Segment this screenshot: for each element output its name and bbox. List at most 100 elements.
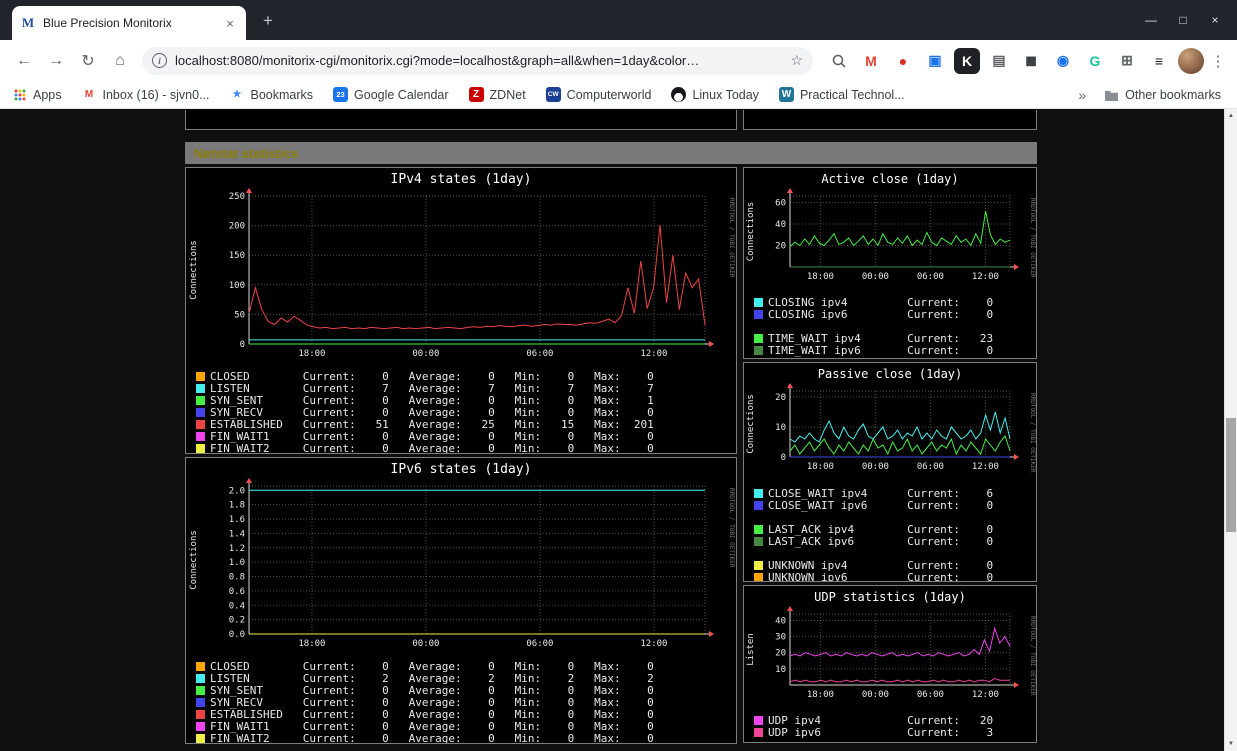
svg-text:18:00: 18:00 [298, 349, 325, 359]
bookmark-label: Inbox (16) - sjvn0... [102, 87, 210, 102]
penguin-icon [671, 87, 687, 102]
forward-button[interactable]: → [42, 47, 70, 75]
svg-text:0: 0 [781, 453, 786, 463]
previous-graph-box [743, 110, 1037, 130]
share-icon[interactable]: ● [890, 48, 916, 74]
legend-row: FIN_WAIT2 Current: 0 Average: 0 Min: 0 M… [196, 732, 736, 743]
home-button[interactable]: ⌂ [106, 47, 134, 75]
collections-icon[interactable]: ▤ [986, 48, 1012, 74]
svg-text:00:00: 00:00 [862, 272, 889, 282]
legend-swatch [196, 431, 205, 441]
tab-close-icon[interactable]: × [222, 15, 238, 31]
star-icon: ★ [232, 89, 242, 100]
svg-text:0.4: 0.4 [229, 601, 245, 611]
url-text[interactable]: localhost:8080/monitorix-cgi/monitorix.c… [175, 53, 782, 68]
svg-text:0: 0 [240, 340, 245, 350]
svg-text:1.2: 1.2 [229, 544, 245, 554]
bookmark-computerworld[interactable]: CW Computerworld [545, 87, 652, 102]
legend-swatch [196, 673, 205, 683]
legend-swatch [754, 345, 763, 355]
wordpress-icon: W [778, 87, 794, 102]
grammarly-icon[interactable]: G [1082, 48, 1108, 74]
bookmark-label: Linux Today [692, 87, 759, 102]
chart-plot[interactable]: 0 50 100 150 200 250 18:00 00:00 06:00 12:00 Conne… [186, 188, 736, 364]
legend-swatch [196, 661, 205, 671]
reload-button[interactable]: ↻ [74, 47, 102, 75]
tab-strip: M Blue Precision Monitorix × + — □ × [0, 0, 1237, 40]
new-tab-button[interactable]: + [254, 7, 282, 35]
playlist-icon[interactable]: ≡ [1146, 48, 1172, 74]
zdnet-icon: Z [468, 87, 484, 102]
chart-plot[interactable]: 10 20 30 40 18:00 00:00 06:00 12:00 Listen RRDTOO… [744, 606, 1036, 702]
profile-avatar[interactable] [1178, 47, 1204, 74]
close-window-button[interactable]: × [1199, 0, 1231, 40]
gmail-icon[interactable]: M [858, 48, 884, 74]
apps-shortcut[interactable]: Apps [12, 87, 62, 102]
legend-row: SYN_RECV Current: 0 Average: 0 Min: 0 Ma… [196, 406, 736, 419]
scroll-down-arrow[interactable]: ▼ [1225, 738, 1237, 750]
bookmark-label: Practical Technol... [799, 87, 905, 102]
svg-text:40: 40 [775, 616, 786, 626]
legend-swatch [754, 727, 763, 737]
svg-text:20: 20 [775, 393, 786, 403]
page-info-icon[interactable]: i [152, 53, 167, 68]
svg-text:0.6: 0.6 [229, 587, 245, 597]
legend-swatch [196, 709, 205, 719]
back-button[interactable]: ← [10, 47, 38, 75]
svg-text:1.0: 1.0 [229, 558, 245, 568]
chart-title: UDP statistics (1day) [814, 590, 966, 604]
chart-plot[interactable]: 0.0 0.2 0.4 0.6 0.8 1.0 1.2 1.4 1.6 1.8 2.0 18:00 00… [186, 478, 736, 654]
svg-text:12:00: 12:00 [972, 462, 999, 472]
legend-row: ESTABLISHED Current: 51 Average: 25 Min:… [196, 418, 736, 431]
chart-plot[interactable]: 20 40 60 18:00 00:00 06:00 12:00 Connections RRD… [744, 188, 1036, 284]
browser-menu-icon[interactable]: ⋮ [1207, 48, 1229, 74]
browser-tab[interactable]: M Blue Precision Monitorix × [12, 6, 246, 40]
address-bar[interactable]: i localhost:8080/monitorix-cgi/monitorix… [142, 46, 813, 75]
legend-swatch [196, 419, 205, 429]
search-icon[interactable] [826, 48, 852, 74]
scroll-up-arrow[interactable]: ▲ [1225, 110, 1237, 122]
bookmark-practical-technology[interactable]: W Practical Technol... [778, 87, 905, 102]
legend-text: CLOSE_WAIT ipv6 Current: 0 [768, 498, 994, 512]
legend-swatch [196, 685, 205, 695]
window-controls: — □ × [1135, 0, 1231, 40]
browser-toolbar: ← → ↻ ⌂ i localhost:8080/monitorix-cgi/m… [0, 40, 1237, 81]
bookmark-zdnet[interactable]: Z ZDNet [468, 87, 526, 102]
bookmarks-overflow-chevron[interactable]: » [1078, 87, 1086, 103]
svg-text:18:00: 18:00 [807, 690, 834, 700]
svg-text:40: 40 [775, 220, 786, 230]
bookmark-google-calendar[interactable]: 23 Google Calendar [333, 87, 449, 102]
lock-icon[interactable]: ◼ [1018, 48, 1044, 74]
chart-legend: CLOSING ipv4 Current: 0 CLOSING ipv6 Curr… [744, 296, 1036, 357]
chart-ipv4-states: IPv4 states (1day) 0 50 100 150 200 250 18:00 0… [185, 167, 737, 454]
chart-legend: UDP ipv4 Current: 20 UDP ipv6 Current: 3 [744, 714, 1036, 739]
svg-text:60: 60 [775, 198, 786, 208]
minimize-button[interactable]: — [1135, 0, 1167, 40]
bookmark-star-icon[interactable]: ☆ [790, 52, 803, 69]
legend-row: CLOSING ipv6 Current: 0 [754, 308, 1036, 321]
svg-text:Listen: Listen [746, 633, 756, 666]
left-chart-column: IPv4 states (1day) 0 50 100 150 200 250 18:00 0… [185, 167, 737, 744]
k-extension-icon[interactable]: K [954, 47, 980, 74]
legend-row: SYN_RECV Current: 0 Average: 0 Min: 0 Ma… [196, 696, 736, 709]
camera-icon[interactable]: ◉ [1050, 48, 1076, 74]
docs-icon[interactable]: ▣ [922, 48, 948, 74]
bookmark-inbox[interactable]: M Inbox (16) - sjvn0... [82, 87, 210, 102]
page-scrollbar[interactable]: ▲ ▼ [1224, 109, 1237, 751]
tab-title: Blue Precision Monitorix [43, 16, 172, 30]
svg-text:150: 150 [229, 251, 245, 261]
scrollbar-thumb[interactable] [1226, 418, 1236, 532]
extensions-icon[interactable]: ⊞ [1114, 48, 1140, 74]
section-header: Netstat statistics [185, 142, 1037, 164]
chart-title: IPv6 states (1day) [390, 462, 532, 477]
bookmark-label: Computerworld [566, 87, 652, 102]
bookmark-bookmarks[interactable]: ★ Bookmarks [230, 87, 314, 102]
monitorix-favicon: M [21, 15, 35, 30]
svg-text:18:00: 18:00 [807, 272, 834, 282]
other-bookmarks[interactable]: Other bookmarks [1104, 87, 1221, 102]
bookmark-linux-today[interactable]: Linux Today [671, 87, 759, 102]
maximize-button[interactable]: □ [1167, 0, 1199, 40]
svg-text:00:00: 00:00 [862, 690, 889, 700]
chart-plot[interactable]: 0 10 20 18:00 00:00 06:00 12:00 Connections RRDT… [744, 383, 1036, 475]
legend-row: CLOSING ipv4 Current: 0 [754, 296, 1036, 309]
